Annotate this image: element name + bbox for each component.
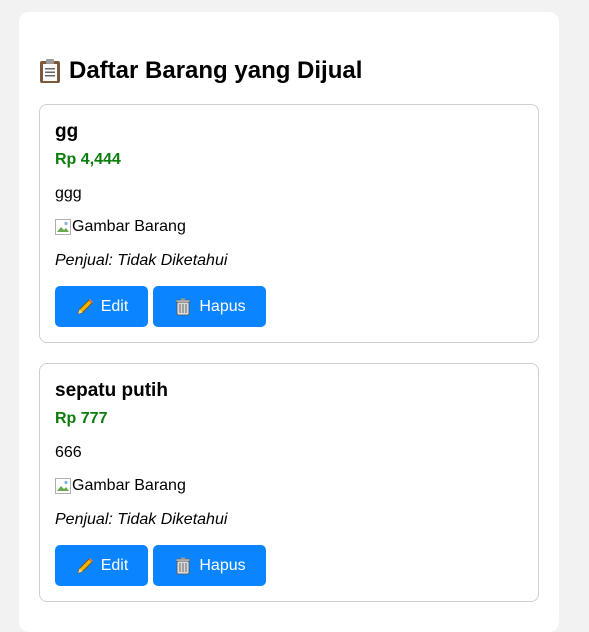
item-image: Gambar Barang xyxy=(55,477,186,495)
item-price: Rp 777 xyxy=(55,410,108,427)
item-price: Rp 4,444 xyxy=(55,151,121,168)
listing-container: Daftar Barang yang Dijual gg Rp 4,444 gg… xyxy=(19,12,559,632)
item-image: Gambar Barang xyxy=(55,218,186,236)
delete-button-label: Hapus xyxy=(199,297,246,315)
delete-button[interactable]: Hapus xyxy=(153,286,266,327)
delete-button[interactable]: Hapus xyxy=(153,545,266,586)
clipboard-icon xyxy=(39,58,61,84)
edit-button[interactable]: Edit xyxy=(55,286,148,327)
trash-icon xyxy=(176,298,191,315)
item-name: gg xyxy=(55,121,79,142)
item-image-alt: Gambar Barang xyxy=(72,218,186,235)
broken-image-icon xyxy=(55,478,71,494)
item-seller: Penjual: Tidak Diketahui xyxy=(55,252,228,269)
item-seller: Penjual: Tidak Diketahui xyxy=(55,511,228,528)
page-title: Daftar Barang yang Dijual xyxy=(39,57,362,85)
pencil-icon xyxy=(77,298,93,315)
pencil-icon xyxy=(77,557,93,574)
item-description: ggg xyxy=(55,185,82,202)
page-title-text: Daftar Barang yang Dijual xyxy=(69,57,363,84)
edit-button-label: Edit xyxy=(100,297,129,315)
trash-icon xyxy=(176,557,191,574)
edit-button-label: Edit xyxy=(100,556,129,574)
broken-image-icon xyxy=(55,219,71,235)
edit-button[interactable]: Edit xyxy=(55,545,148,586)
item-card: sepatu putih Rp 777 666 Gambar Barang Pe… xyxy=(39,363,539,602)
item-image-alt: Gambar Barang xyxy=(72,477,186,494)
item-description: 666 xyxy=(55,444,82,461)
delete-button-label: Hapus xyxy=(199,556,246,574)
item-card: gg Rp 4,444 ggg Gambar Barang Penjual: T… xyxy=(39,104,539,343)
item-name: sepatu putih xyxy=(55,380,168,401)
